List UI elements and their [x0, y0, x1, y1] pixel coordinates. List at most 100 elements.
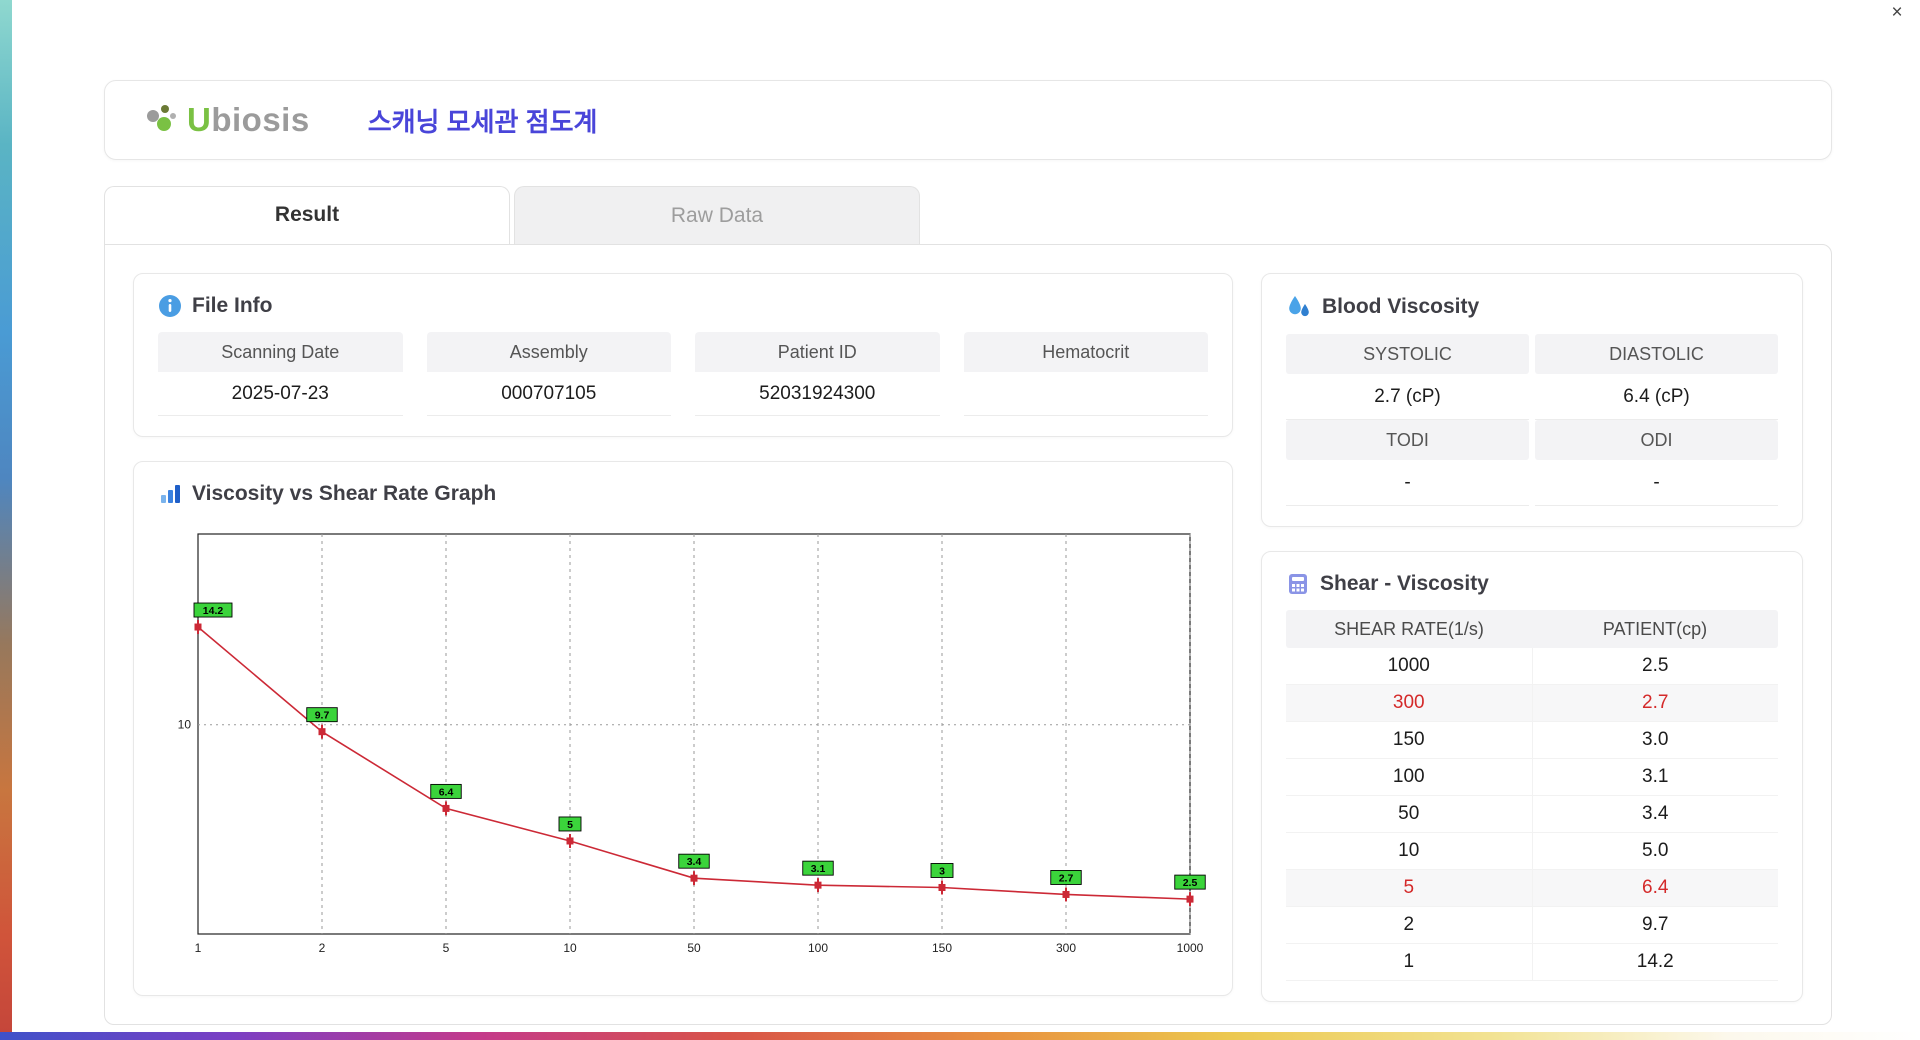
field-value: 2025-07-23 [158, 372, 403, 416]
file-info-title: File Info [192, 294, 273, 317]
shear-viscosity-card: Shear - Viscosity SHEAR RATE(1/s) PATIEN… [1261, 551, 1803, 1002]
viscosity-chart: 10 1 2 5 10 50 100 150 300 1000 14.2 9.7 6.4 5 3.4 3.1 3… [158, 520, 1208, 968]
logo-letter-u: U [187, 101, 212, 138]
info-icon [159, 295, 181, 317]
left-column: File Info Scanning Date 2025-07-23 Assem… [133, 273, 1233, 996]
close-icon[interactable]: × [1886, 2, 1908, 24]
shear-rate-cell: 100 [1392, 766, 1425, 787]
app-title: 스캐닝 모세관 점도계 [367, 106, 598, 137]
result-panel: File Info Scanning Date 2025-07-23 Assem… [104, 244, 1832, 1025]
field-value: 52031924300 [695, 372, 940, 416]
tab-result[interactable]: Result [104, 186, 510, 244]
svg-text:9.7: 9.7 [315, 710, 330, 722]
svg-text:10: 10 [178, 718, 192, 732]
odi-value: - [1535, 460, 1778, 506]
patient-viscosity-cell: 5.0 [1531, 833, 1779, 869]
table-row: 10 5.0 [1286, 833, 1778, 870]
field-value: 000707105 [426, 372, 671, 416]
table-row: 2 9.7 [1286, 907, 1778, 944]
patient-viscosity-cell: 3.0 [1531, 722, 1779, 758]
patient-viscosity-cell: 14.2 [1531, 944, 1779, 980]
file-info-card: File Info Scanning Date 2025-07-23 Assem… [133, 273, 1233, 437]
field-label: Hematocrit [963, 332, 1208, 372]
patient-header: PATIENT(cp) [1602, 618, 1708, 639]
blood-viscosity-header: Blood Viscosity [1286, 294, 1778, 320]
graph-header: Viscosity vs Shear Rate Graph [158, 482, 1208, 506]
field-hematocrit: Hematocrit [963, 332, 1208, 416]
shear-rate-cell: 50 [1398, 803, 1420, 824]
bar-chart-icon [161, 485, 180, 503]
ubiosis-logo: Ubiosis [141, 100, 310, 140]
svg-text:5: 5 [443, 941, 450, 955]
svg-text:100: 100 [808, 941, 828, 955]
field-value [963, 372, 1208, 416]
patient-viscosity-cell: 6.4 [1531, 870, 1779, 906]
svg-text:50: 50 [687, 941, 701, 955]
file-info-fields: Scanning Date 2025-07-23 Assembly 000707… [158, 332, 1208, 416]
shear-rate-cell: 300 [1392, 692, 1425, 713]
table-row: 1 14.2 [1286, 944, 1778, 981]
systolic-value: 2.7 (cP) [1286, 374, 1529, 420]
shear-rate-cell: 2 [1403, 914, 1415, 935]
svg-text:1: 1 [195, 941, 202, 955]
svg-text:2: 2 [319, 941, 326, 955]
shear-rate-cell: 5 [1403, 877, 1415, 898]
svg-text:150: 150 [932, 941, 952, 955]
svg-text:3.4: 3.4 [687, 856, 702, 868]
shear-rate-cell: 1 [1403, 951, 1415, 972]
todi-value: - [1286, 460, 1529, 506]
shear-rate-cell: 150 [1392, 729, 1425, 750]
table-row: 1000 2.5 [1286, 648, 1778, 685]
window-frame-left-gradient [0, 0, 12, 1040]
patient-viscosity-cell: 9.7 [1531, 907, 1779, 943]
blood-viscosity-card: Blood Viscosity SYSTOLIC DIASTOLIC 2.7 (… [1261, 273, 1803, 527]
shear-viscosity-table: SHEAR RATE(1/s) PATIENT(cp) 1000 2.5 300 2.… [1286, 610, 1778, 981]
odi-label: ODI [1535, 420, 1778, 460]
field-label: Scanning Date [158, 332, 403, 372]
svg-text:300: 300 [1056, 941, 1076, 955]
todi-label: TODI [1286, 420, 1529, 460]
right-column: Blood Viscosity SYSTOLIC DIASTOLIC 2.7 (… [1261, 273, 1803, 1002]
viscosity-chart-svg: 10 1 2 5 10 50 100 150 300 1000 14.2 9.7 6.4 5 3.4 3.1 3… [178, 533, 1206, 955]
shear-rate-cell: 1000 [1387, 655, 1430, 676]
graph-card: Viscosity vs Shear Rate Graph 10 1 2 5 10 50 1… [133, 461, 1233, 996]
logo-text: Ubiosis [187, 101, 310, 139]
shear-viscosity-header: Shear - Viscosity [1286, 572, 1778, 596]
svg-text:2.5: 2.5 [1183, 877, 1198, 889]
svg-text:6.4: 6.4 [439, 786, 454, 798]
shear-rate-cell: 10 [1398, 840, 1420, 861]
main-content: Ubiosis 스캐닝 모세관 점도계 Result Raw Data File… [12, 0, 1920, 1025]
diastolic-value: 6.4 (cP) [1535, 374, 1778, 420]
tab-bar: Result Raw Data [104, 186, 1832, 244]
calculator-icon [1289, 574, 1307, 594]
header-card: Ubiosis 스캐닝 모세관 점도계 [104, 80, 1832, 160]
shear-rate-header: SHEAR RATE(1/s) [1334, 618, 1484, 639]
patient-viscosity-cell: 3.1 [1531, 759, 1779, 795]
blood-viscosity-title: Blood Viscosity [1322, 295, 1480, 318]
patient-viscosity-cell: 2.5 [1531, 648, 1779, 684]
svg-text:2.7: 2.7 [1059, 872, 1074, 884]
field-label: Assembly [426, 332, 671, 372]
svg-text:3: 3 [939, 865, 945, 877]
field-label: Patient ID [695, 332, 940, 372]
graph-title: Viscosity vs Shear Rate Graph [192, 482, 497, 505]
window-frame-bottom-gradient [0, 1032, 1920, 1040]
patient-viscosity-cell: 2.7 [1531, 685, 1779, 721]
table-row: 5 6.4 [1286, 870, 1778, 907]
droplets-icon [1289, 296, 1309, 317]
blood-viscosity-grid: SYSTOLIC DIASTOLIC 2.7 (cP) 6.4 (cP) TOD… [1286, 334, 1778, 506]
diastolic-label: DIASTOLIC [1535, 334, 1778, 374]
logo-letters-rest: biosis [211, 101, 310, 138]
field-scanning-date: Scanning Date 2025-07-23 [158, 332, 403, 416]
file-info-header: File Info [158, 294, 1208, 318]
table-header-row: SHEAR RATE(1/s) PATIENT(cp) [1286, 610, 1778, 648]
shear-table-body: 1000 2.5 300 2.7 150 3.0 100 3.1 50 3.4 10 5.0 5 6.4 2… [1286, 648, 1778, 981]
shear-viscosity-title: Shear - Viscosity [1320, 572, 1489, 595]
svg-text:1000: 1000 [1177, 941, 1204, 955]
table-row: 150 3.0 [1286, 722, 1778, 759]
table-row: 100 3.1 [1286, 759, 1778, 796]
field-patient-id: Patient ID 52031924300 [695, 332, 940, 416]
tab-raw-data[interactable]: Raw Data [514, 186, 920, 244]
systolic-label: SYSTOLIC [1286, 334, 1529, 374]
table-row: 50 3.4 [1286, 796, 1778, 833]
